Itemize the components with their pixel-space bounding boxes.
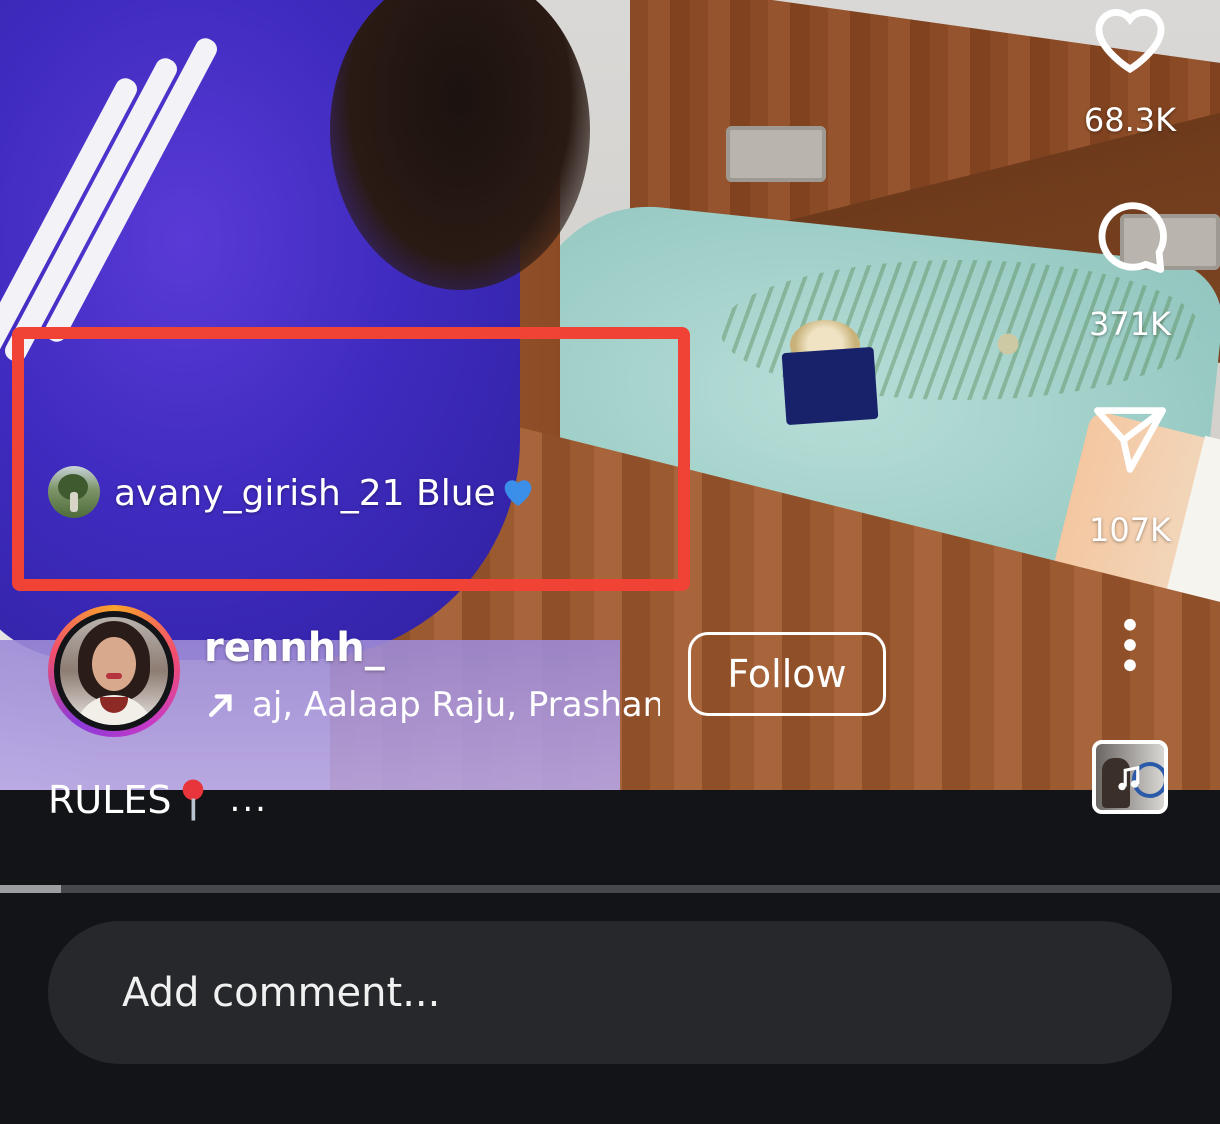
avatar-lips xyxy=(106,673,122,679)
share-action[interactable]: 107K xyxy=(1078,404,1182,550)
comment-count: 371K xyxy=(1088,305,1172,343)
caption-text: RULES xyxy=(48,778,172,822)
round-pushpin-icon xyxy=(182,779,203,821)
avatar-photo xyxy=(60,617,168,725)
arrow-up-right-icon xyxy=(208,694,232,718)
audio-thumbnail[interactable] xyxy=(1092,740,1168,814)
caption[interactable]: RULES ... xyxy=(48,772,268,828)
audio-text: aj, Aalaap Raju, Prashanth xyxy=(252,685,660,725)
video-progress-fill xyxy=(0,885,61,893)
like-count: 68.3K xyxy=(1083,101,1177,139)
comment-input[interactable] xyxy=(120,968,1024,1017)
video-jewel-box xyxy=(781,346,879,426)
avatar-face xyxy=(92,637,136,691)
like-action[interactable]: 68.3K xyxy=(1078,0,1182,140)
username[interactable]: rennhh_ xyxy=(204,622,385,674)
video-progress-bar[interactable] xyxy=(0,885,1220,893)
heart-icon[interactable] xyxy=(1087,0,1173,76)
follow-button[interactable]: Follow xyxy=(688,632,886,716)
user-avatar[interactable] xyxy=(48,605,180,737)
caption-more[interactable]: ... xyxy=(230,772,268,828)
highlight-box xyxy=(12,327,690,591)
comment-box[interactable] xyxy=(48,921,1172,1064)
video-hinge xyxy=(726,126,826,182)
send-icon[interactable] xyxy=(1090,404,1170,476)
audio-row[interactable]: aj, Aalaap Raju, Prashanth xyxy=(204,680,660,730)
share-count: 107K xyxy=(1088,511,1172,549)
comment-action[interactable]: 371K xyxy=(1078,196,1182,344)
more-vertical-icon[interactable] xyxy=(1118,618,1142,672)
more-action[interactable] xyxy=(1078,618,1182,672)
comment-bubble-icon[interactable] xyxy=(1089,196,1171,278)
music-note-icon xyxy=(1118,765,1140,791)
